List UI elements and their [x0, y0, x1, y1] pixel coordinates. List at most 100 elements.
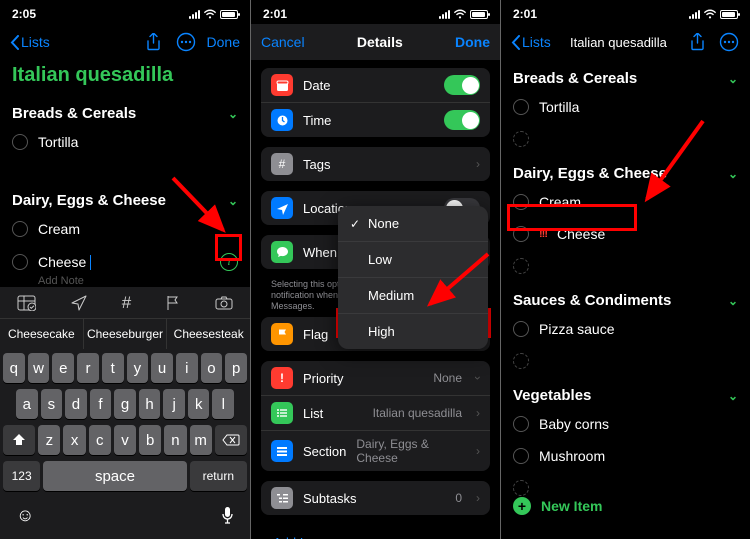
- done-button[interactable]: Done: [455, 34, 490, 50]
- radio-icon[interactable]: [513, 448, 529, 464]
- annotation-arrow: [631, 115, 711, 209]
- suggestion[interactable]: Cheesecake: [0, 319, 84, 349]
- camera-icon[interactable]: [215, 296, 233, 310]
- priority-cell[interactable]: ! Priority None ›: [261, 361, 490, 395]
- section-header-breads[interactable]: Breads & Cereals ⌄: [501, 60, 750, 91]
- keyboard[interactable]: # Cheesecake Cheeseburger Cheesesteak qw…: [0, 287, 250, 539]
- list-item-empty[interactable]: [501, 123, 750, 155]
- location-icon[interactable]: [71, 295, 87, 311]
- key-o[interactable]: o: [201, 353, 223, 383]
- hash-icon[interactable]: #: [122, 293, 131, 313]
- new-item-button[interactable]: + New Item: [501, 487, 750, 525]
- key-p[interactable]: p: [225, 353, 247, 383]
- back-button[interactable]: Lists: [10, 34, 50, 50]
- time-cell[interactable]: Time: [261, 102, 490, 137]
- radio-icon[interactable]: [513, 99, 529, 115]
- nav-bar: Cancel Details Done: [251, 24, 500, 60]
- message-icon: [271, 241, 293, 263]
- key-g[interactable]: g: [114, 389, 136, 419]
- add-image-button[interactable]: Add Image: [261, 525, 490, 539]
- list-item[interactable]: Tortilla: [0, 126, 250, 158]
- list-item[interactable]: Tortilla: [501, 91, 750, 123]
- key-a[interactable]: a: [16, 389, 38, 419]
- backspace-key[interactable]: [215, 425, 247, 455]
- status-bar: 2:01: [501, 0, 750, 24]
- more-icon[interactable]: [175, 31, 197, 53]
- key-y[interactable]: y: [127, 353, 149, 383]
- toggle[interactable]: [444, 75, 480, 95]
- key-n[interactable]: n: [164, 425, 186, 455]
- radio-icon[interactable]: [513, 321, 529, 337]
- done-button[interactable]: Done: [207, 34, 240, 50]
- key-w[interactable]: w: [28, 353, 50, 383]
- numbers-key[interactable]: 123: [3, 461, 40, 491]
- key-d[interactable]: d: [65, 389, 87, 419]
- list-cell[interactable]: List Italian quesadilla ›: [261, 395, 490, 430]
- key-f[interactable]: f: [90, 389, 112, 419]
- key-r[interactable]: r: [77, 353, 99, 383]
- subtasks-cell[interactable]: Subtasks 0 ›: [261, 481, 490, 515]
- section-cell[interactable]: Section Dairy, Eggs & Cheese ›: [261, 430, 490, 471]
- toggle[interactable]: [444, 110, 480, 130]
- radio-icon[interactable]: [513, 416, 529, 432]
- key-q[interactable]: q: [3, 353, 25, 383]
- key-k[interactable]: k: [188, 389, 210, 419]
- signal-icon: [439, 10, 450, 19]
- nav-title: Italian quesadilla: [570, 35, 667, 50]
- section-header-sauces[interactable]: Sauces & Condiments ⌄: [501, 282, 750, 313]
- key-e[interactable]: e: [52, 353, 74, 383]
- key-l[interactable]: l: [212, 389, 234, 419]
- radio-icon[interactable]: [12, 134, 28, 150]
- list-item-empty[interactable]: [501, 250, 750, 282]
- section-header-breads[interactable]: Breads & Cereals ⌄: [0, 95, 250, 126]
- key-z[interactable]: z: [38, 425, 60, 455]
- flag-icon[interactable]: [166, 295, 180, 311]
- suggestion[interactable]: Cheesesteak: [167, 319, 250, 349]
- tags-cell[interactable]: # Tags ›: [261, 147, 490, 181]
- chevron-left-icon: [511, 35, 520, 50]
- priority-icon: !: [271, 367, 293, 389]
- list-item[interactable]: Pizza sauce: [501, 313, 750, 345]
- radio-icon[interactable]: [12, 221, 28, 237]
- section-header-veg[interactable]: Vegetables ⌄: [501, 377, 750, 408]
- section-icon: [271, 440, 293, 462]
- key-v[interactable]: v: [114, 425, 136, 455]
- return-key[interactable]: return: [190, 461, 247, 491]
- key-t[interactable]: t: [102, 353, 124, 383]
- mic-key[interactable]: [221, 506, 234, 525]
- emoji-key[interactable]: ☺: [16, 505, 34, 526]
- chevron-down-icon: ⌄: [728, 167, 738, 181]
- table-icon[interactable]: [17, 295, 36, 311]
- section-header-dairy[interactable]: Dairy, Eggs & Cheese ⌄: [501, 155, 750, 186]
- key-j[interactable]: j: [163, 389, 185, 419]
- more-icon[interactable]: [718, 31, 740, 53]
- popup-option-high[interactable]: High: [338, 313, 488, 349]
- back-button[interactable]: Lists: [511, 34, 551, 50]
- key-s[interactable]: s: [41, 389, 63, 419]
- list-item-empty[interactable]: [501, 345, 750, 377]
- cancel-button[interactable]: Cancel: [261, 34, 305, 50]
- list-item[interactable]: Baby corns: [501, 408, 750, 440]
- list-item-editing[interactable]: Cheese i: [0, 245, 250, 279]
- list-icon: [271, 402, 293, 424]
- location-icon: [271, 197, 293, 219]
- key-c[interactable]: c: [89, 425, 111, 455]
- signal-icon: [189, 10, 200, 19]
- key-x[interactable]: x: [63, 425, 85, 455]
- share-icon[interactable]: [143, 31, 165, 53]
- key-b[interactable]: b: [139, 425, 161, 455]
- date-cell[interactable]: Date: [261, 68, 490, 102]
- key-m[interactable]: m: [190, 425, 212, 455]
- shift-key[interactable]: [3, 425, 35, 455]
- key-i[interactable]: i: [176, 353, 198, 383]
- share-icon[interactable]: [686, 31, 708, 53]
- chevron-right-icon: ›: [476, 491, 480, 505]
- key-u[interactable]: u: [151, 353, 173, 383]
- radio-icon[interactable]: [12, 254, 28, 270]
- nav-bar: Lists Done: [0, 24, 250, 60]
- suggestion[interactable]: Cheeseburger: [84, 319, 168, 349]
- space-key[interactable]: space: [43, 461, 186, 491]
- list-item[interactable]: Mushroom: [501, 440, 750, 472]
- popup-option-none[interactable]: ✓None: [338, 206, 488, 241]
- key-h[interactable]: h: [139, 389, 161, 419]
